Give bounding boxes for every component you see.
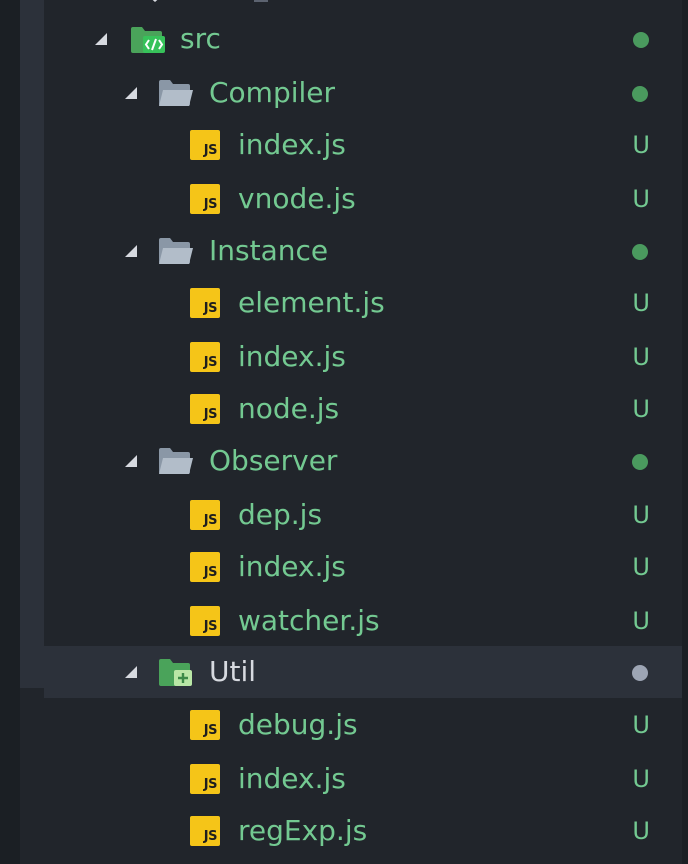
git-status-untracked: U xyxy=(632,553,650,581)
file-name: watcher.js xyxy=(238,604,380,637)
git-status-untracked: U xyxy=(632,711,650,739)
javascript-file-icon: JS xyxy=(190,342,220,372)
partial-row-icon xyxy=(152,0,158,2)
git-status-untracked: U xyxy=(632,765,650,793)
tree-item-file[interactable]: JS regExp.js U xyxy=(44,805,682,857)
git-status-dot xyxy=(632,86,648,102)
tree-item-file[interactable]: JS dep.js U xyxy=(44,489,682,541)
tree-item-file[interactable]: JS index.js U xyxy=(44,541,682,593)
tree-item-util[interactable]: Util xyxy=(44,646,682,698)
file-name: index.js xyxy=(238,340,346,373)
git-status-untracked: U xyxy=(632,343,650,371)
partial-row-label xyxy=(254,0,268,2)
git-status-untracked: U xyxy=(632,501,650,529)
file-name: node.js xyxy=(238,392,340,425)
javascript-file-icon: JS xyxy=(190,552,220,582)
tree-item-label: Util xyxy=(209,655,257,688)
util-folder-icon xyxy=(159,659,192,686)
file-name: regExp.js xyxy=(238,814,368,847)
tree-item-file[interactable]: JS node.js U xyxy=(44,383,682,435)
file-name: index.js xyxy=(238,550,346,583)
window-edge xyxy=(0,0,20,864)
expand-arrow-icon[interactable] xyxy=(94,32,108,46)
folder-open-icon xyxy=(159,448,193,474)
git-status-untracked: U xyxy=(632,395,650,423)
expand-arrow-icon[interactable] xyxy=(124,86,138,100)
git-status-untracked: U xyxy=(632,131,650,159)
file-name: index.js xyxy=(238,762,346,795)
file-name: index.js xyxy=(238,128,346,161)
folder-open-icon xyxy=(159,238,193,264)
panel-border xyxy=(682,0,688,864)
tree-item-label: Instance xyxy=(209,234,329,267)
git-status-untracked: U xyxy=(632,607,650,635)
git-status-dot xyxy=(632,665,648,681)
tree-item-instance[interactable]: Instance xyxy=(44,225,682,277)
git-status-untracked: U xyxy=(632,185,650,213)
git-status-untracked: U xyxy=(632,817,650,845)
tree-item-label: src xyxy=(180,22,221,55)
sidebar-gutter xyxy=(20,0,44,688)
expand-arrow-icon[interactable] xyxy=(124,454,138,468)
tree-item-file[interactable]: JS index.js U xyxy=(44,331,682,383)
javascript-file-icon: JS xyxy=(190,184,220,214)
javascript-file-icon: JS xyxy=(190,500,220,530)
expand-arrow-icon[interactable] xyxy=(124,244,138,258)
file-name: dep.js xyxy=(238,498,323,531)
file-name: vnode.js xyxy=(238,182,356,215)
git-status-untracked: U xyxy=(632,289,650,317)
git-status-dot xyxy=(633,32,649,48)
tree-item-file[interactable]: JS index.js U xyxy=(44,119,682,171)
tree-item-file[interactable]: JS element.js U xyxy=(44,277,682,329)
javascript-file-icon: JS xyxy=(190,394,220,424)
javascript-file-icon: JS xyxy=(190,288,220,318)
javascript-file-icon: JS xyxy=(190,130,220,160)
expand-arrow-icon[interactable] xyxy=(124,665,138,679)
javascript-file-icon: JS xyxy=(190,710,220,740)
file-name: debug.js xyxy=(238,708,358,741)
tree-item-compiler[interactable]: Compiler xyxy=(44,67,682,119)
tree-item-file[interactable]: JS debug.js U xyxy=(44,699,682,751)
tree-item-file[interactable]: JS watcher.js U xyxy=(44,595,682,647)
tree-item-observer[interactable]: Observer xyxy=(44,435,682,487)
folder-open-icon xyxy=(159,80,193,106)
javascript-file-icon: JS xyxy=(190,816,220,846)
file-name: element.js xyxy=(238,286,385,319)
tree-item-src[interactable]: src xyxy=(44,13,682,65)
javascript-file-icon: JS xyxy=(190,764,220,794)
git-status-dot xyxy=(632,244,648,260)
tree-item-label: Compiler xyxy=(209,76,336,109)
src-folder-icon xyxy=(131,27,165,53)
git-status-dot xyxy=(632,454,648,470)
tree-item-file[interactable]: JS vnode.js U xyxy=(44,173,682,225)
tree-item-label: Observer xyxy=(209,444,338,477)
tree-item-file[interactable]: JS index.js U xyxy=(44,753,682,805)
javascript-file-icon: JS xyxy=(190,606,220,636)
